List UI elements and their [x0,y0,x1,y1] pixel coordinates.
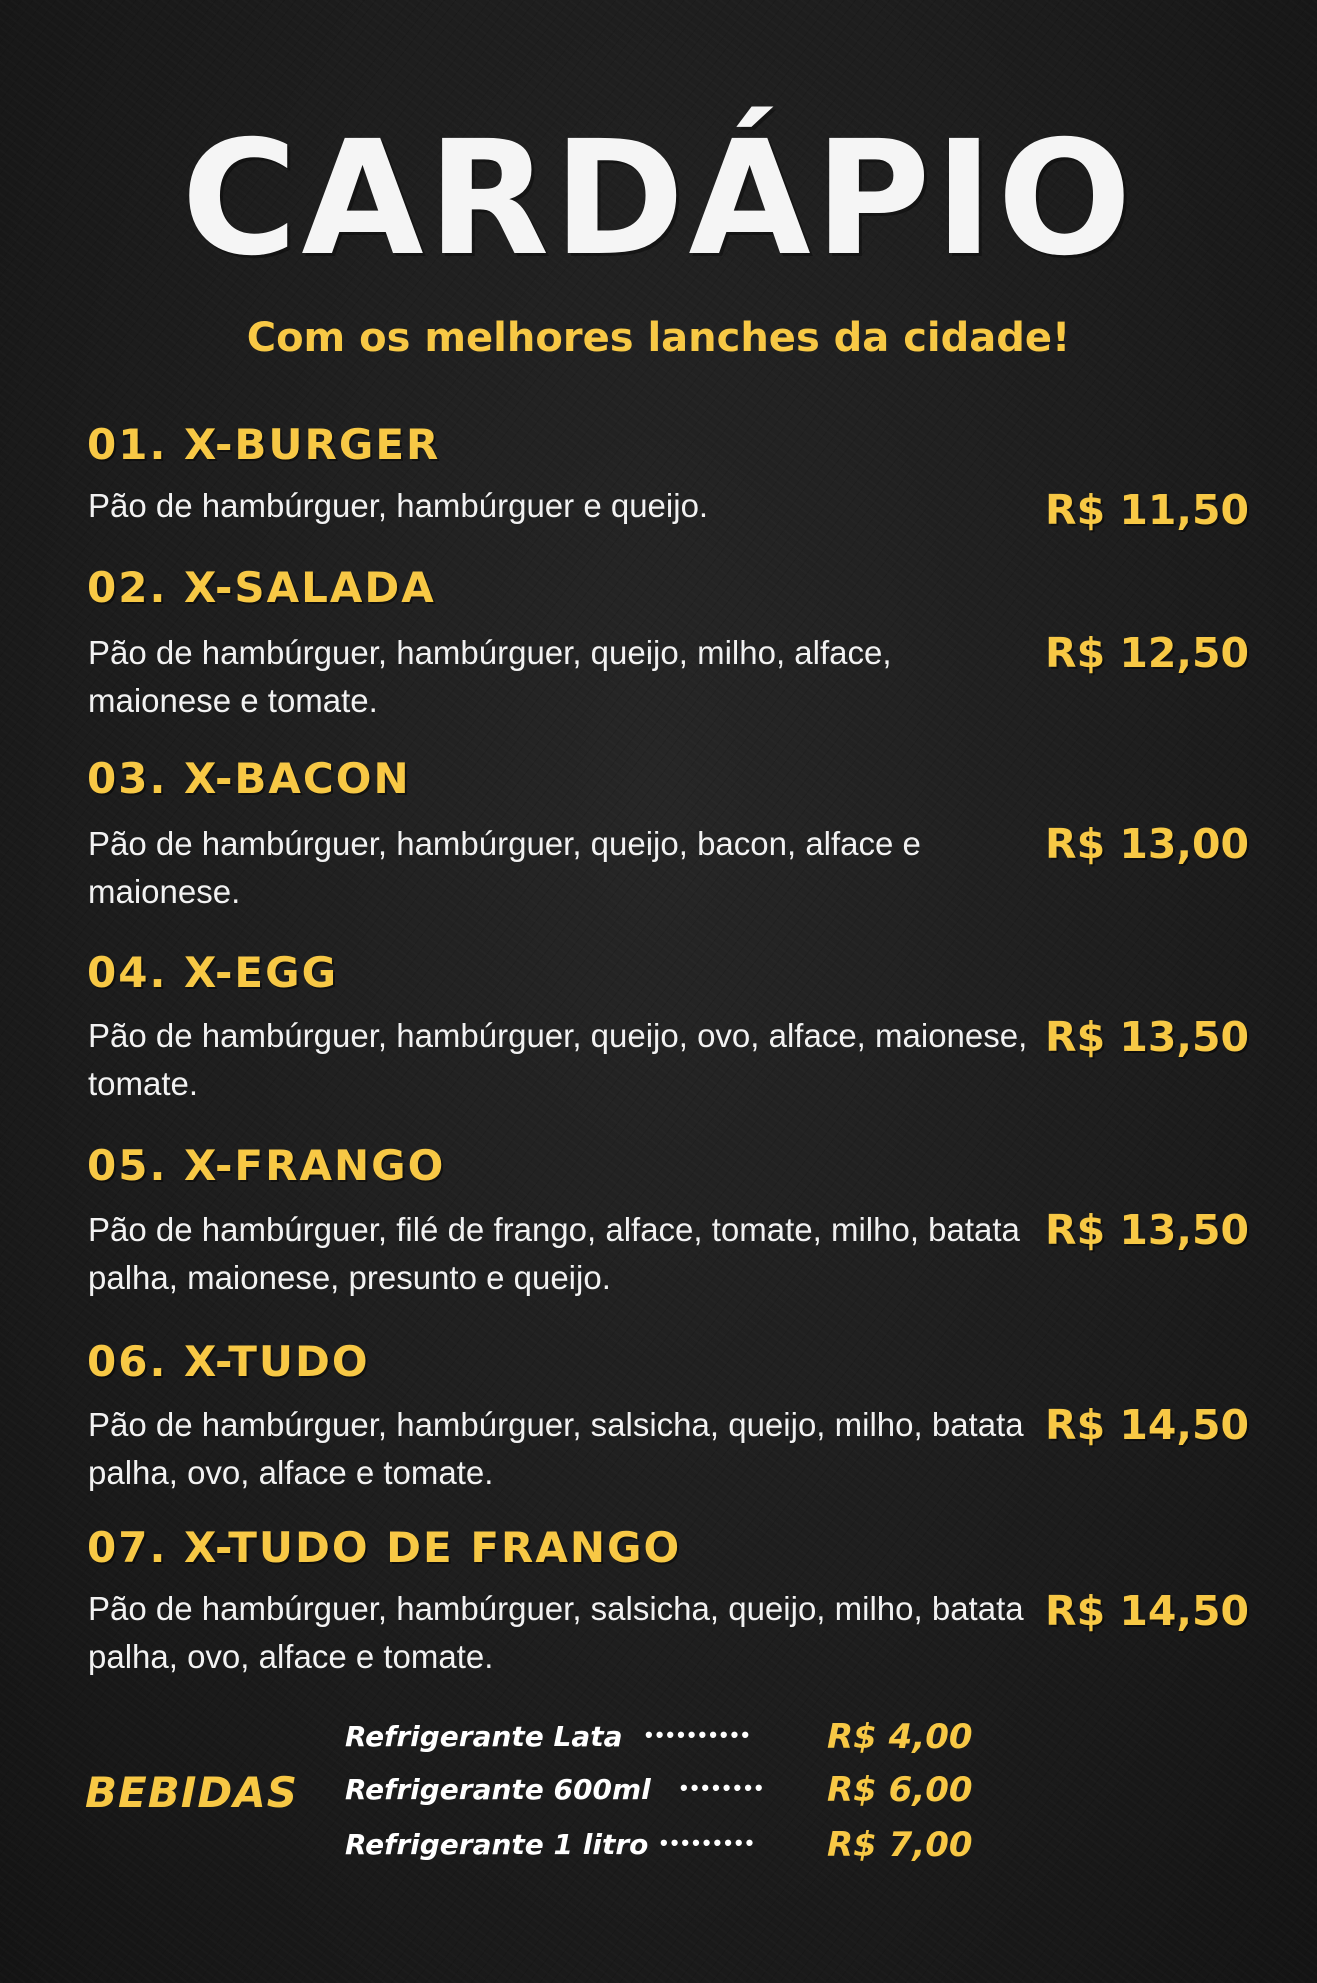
item-description: Pão de hambúrguer, hambúrguer, salsicha,… [88,1406,1024,1491]
item-price: R$ 13,00 [1045,820,1250,868]
menu-title: CARDÁPIO [181,107,1136,291]
dot-leader: •••••••••• [645,1722,753,1747]
item-price: R$ 14,50 [1045,1401,1250,1449]
drinks-title: BEBIDAS [85,1768,298,1817]
item-description: Pão de hambúrguer, hambúrguer, queijo, o… [88,1017,1028,1102]
item-name: 01. X-BURGER [87,420,441,469]
item-price: R$ 13,50 [1045,1013,1250,1061]
item-description: Pão de hambúrguer, hambúrguer, queijo, m… [88,634,892,719]
drink-name: Refrigerante 1 litro [345,1828,649,1861]
drink-item-lata: Refrigerante Lata •••••••••• R$ 4,00 [345,1717,973,1757]
menu-item-x-salada: 02. X-SALADA Pão de hambúrguer, hambúrgu… [87,563,1249,720]
item-description: Pão de hambúrguer, hambúrguer e queijo. [88,487,709,524]
item-name: 06. X-TUDO [87,1337,370,1386]
drink-item-600ml: Refrigerante 600ml •••••••• R$ 6,00 [345,1770,973,1810]
item-description: Pão de hambúrguer, hambúrguer, queijo, b… [88,825,921,910]
drink-price: R$ 6,00 [827,1770,973,1810]
menu-item-x-egg: 04. X-EGG Pão de hambúrguer, hambúrguer,… [87,948,1249,1103]
item-price: R$ 14,50 [1045,1587,1250,1635]
menu-subtitle: Com os melhores lanches da cidade! [246,315,1071,361]
item-name: 04. X-EGG [87,948,339,997]
drink-price: R$ 7,00 [827,1825,973,1865]
item-price: R$ 11,50 [1045,486,1250,534]
item-name: 07. X-TUDO DE FRANGO [87,1523,682,1572]
dot-leader: •••••••• [680,1775,766,1800]
menu-item-x-bacon: 03. X-BACON Pão de hambúrguer, hambúrgue… [87,754,1249,911]
drink-price: R$ 4,00 [827,1717,973,1757]
item-name: 05. X-FRANGO [87,1141,446,1190]
menu-item-x-tudo-de-frango: 07. X-TUDO DE FRANGO Pão de hambúrguer, … [87,1523,1249,1676]
item-price: R$ 13,50 [1045,1206,1250,1254]
menu-item-x-frango: 05. X-FRANGO Pão de hambúrguer, filé de … [87,1141,1249,1297]
drink-name: Refrigerante 600ml [345,1773,651,1806]
item-name: 02. X-SALADA [87,563,436,612]
item-description: Pão de hambúrguer, hambúrguer, salsicha,… [88,1590,1024,1675]
item-name: 03. X-BACON [87,754,411,803]
drink-name: Refrigerante Lata [345,1720,623,1753]
item-description: Pão de hambúrguer, filé de frango, alfac… [88,1211,1020,1296]
drink-item-1-litro: Refrigerante 1 litro ••••••••• R$ 7,00 [345,1825,973,1865]
dot-leader: ••••••••• [660,1830,757,1855]
item-price: R$ 12,50 [1045,629,1250,677]
menu-item-x-tudo: 06. X-TUDO Pão de hambúrguer, hambúrguer… [87,1337,1249,1492]
menu-item-x-burger: 01. X-BURGER Pão de hambúrguer, hambúrgu… [87,420,1249,531]
